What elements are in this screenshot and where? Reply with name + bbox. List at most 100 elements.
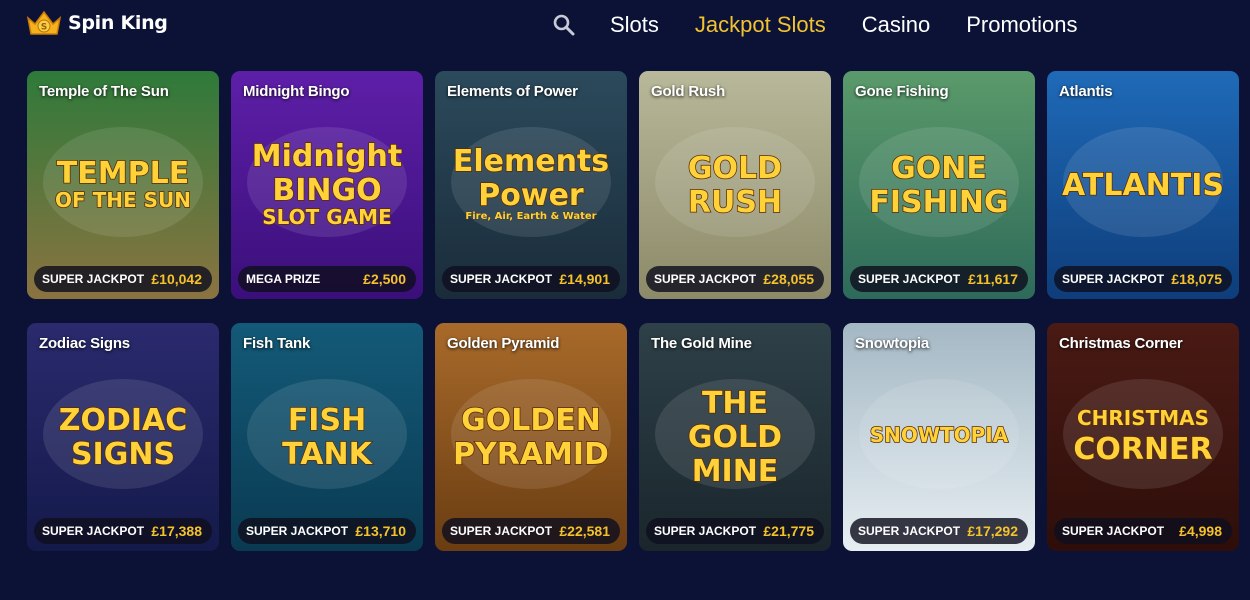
game-artwork: TEMPLEOF THE SUN <box>43 127 203 237</box>
artwork-logo-text: ZODIAC <box>59 403 188 438</box>
brand-name: Spin King <box>68 12 168 34</box>
jackpot-bar: SUPER JACKPOT £10,042 <box>34 266 212 292</box>
jackpot-bar: SUPER JACKPOT £17,292 <box>850 518 1028 544</box>
nav-casino[interactable]: Casino <box>862 12 930 38</box>
jackpot-amount: £2,500 <box>363 271 406 287</box>
artwork-logo-text: GOLD <box>688 420 782 455</box>
jackpot-label: SUPER JACKPOT <box>42 272 145 286</box>
jackpot-bar: SUPER JACKPOT £17,388 <box>34 518 212 544</box>
jackpot-amount: £28,055 <box>763 271 814 287</box>
game-tile[interactable]: FISH TANK Fish Tank SUPER JACKPOT £13,710 <box>231 323 423 551</box>
jackpot-amount: £21,775 <box>763 523 814 539</box>
nav-slots[interactable]: Slots <box>610 12 659 38</box>
game-tile[interactable]: Midnight BINGO SLOT GAME Midnight Bingo MEGA… <box>231 71 423 299</box>
game-title: Zodiac Signs <box>39 335 130 352</box>
artwork-logo-text: CHRISTMAS <box>1077 406 1209 430</box>
jackpot-label: SUPER JACKPOT <box>1062 524 1165 538</box>
jackpot-amount: £10,042 <box>151 271 202 287</box>
jackpot-label: SUPER JACKPOT <box>1062 272 1165 286</box>
game-artwork: SNOWTOPIA <box>859 379 1019 489</box>
jackpot-amount: £13,710 <box>355 523 406 539</box>
game-tile[interactable]: THE GOLD MINE The Gold Mine SUPER JACKPOT £21… <box>639 323 831 551</box>
artwork-logo-text: SNOWTOPIA <box>870 423 1009 447</box>
game-tile[interactable]: TEMPLE OF THE SUN Temple of The Sun SUPER J… <box>27 71 219 299</box>
jackpot-bar: SUPER JACKPOT £28,055 <box>646 266 824 292</box>
jackpot-bar: SUPER JACKPOT £21,775 <box>646 518 824 544</box>
jackpot-amount: £11,617 <box>968 271 1018 287</box>
game-tile[interactable]: ZODIAC SIGNS Zodiac Signs SUPER JACKPOT £17,… <box>27 323 219 551</box>
jackpot-bar: MEGA PRIZE £2,500 <box>238 266 416 292</box>
artwork-logo-text: GOLD <box>688 151 782 186</box>
jackpot-label: SUPER JACKPOT <box>450 272 553 286</box>
artwork-logo-text: GOLDEN <box>461 403 601 438</box>
artwork-logo-text: Fire, Air, Earth & Water <box>465 211 596 222</box>
jackpot-label: SUPER JACKPOT <box>42 524 145 538</box>
game-tile[interactable]: Elements Power Fire, Air, Earth & Water Ele… <box>435 71 627 299</box>
game-title: Temple of The Sun <box>39 83 169 100</box>
jackpot-label: MEGA PRIZE <box>246 272 321 286</box>
artwork-logo-text: OF THE SUN <box>55 188 191 212</box>
artwork-logo-text: MINE <box>692 454 779 489</box>
artwork-logo-text: FISHING <box>869 185 1008 220</box>
jackpot-amount: £4,998 <box>1179 523 1222 539</box>
game-artwork: GOLDENPYRAMID <box>451 379 611 489</box>
game-tile[interactable]: ATLANTIS Atlantis SUPER JACKPOT £18,075 <box>1047 71 1239 299</box>
game-artwork: ATLANTIS <box>1061 127 1225 237</box>
site-header: S Spin King Slots Jackpot Slots Casino P… <box>0 0 1250 60</box>
game-title: Midnight Bingo <box>243 83 350 100</box>
jackpot-amount: £18,075 <box>1171 271 1222 287</box>
game-tile[interactable]: GOLD RUSH Gold Rush SUPER JACKPOT £28,055 <box>639 71 831 299</box>
game-grid: TEMPLE OF THE SUN Temple of The Sun SUPER J… <box>27 71 1239 551</box>
artwork-logo-text: PYRAMID <box>453 437 609 472</box>
jackpot-label: SUPER JACKPOT <box>654 524 757 538</box>
game-title: Christmas Corner <box>1059 335 1183 352</box>
jackpot-bar: SUPER JACKPOT £22,581 <box>442 518 620 544</box>
search-icon[interactable] <box>552 13 576 37</box>
game-artwork: FISHTANK <box>247 379 407 489</box>
game-tile[interactable]: GONE FISHING Gone Fishing SUPER JACKPOT £11,… <box>843 71 1035 299</box>
game-title: Fish Tank <box>243 335 311 352</box>
game-artwork: ZODIACSIGNS <box>43 379 203 489</box>
jackpot-amount: £14,901 <box>559 271 610 287</box>
game-title: Elements of Power <box>447 83 578 100</box>
artwork-logo-text: ATLANTIS <box>1062 168 1224 203</box>
jackpot-bar: SUPER JACKPOT £4,998 <box>1054 518 1232 544</box>
artwork-logo-text: Elements <box>453 144 609 179</box>
svg-text:S: S <box>41 23 47 33</box>
nav-jackpot-slots[interactable]: Jackpot Slots <box>695 12 826 38</box>
jackpot-bar: SUPER JACKPOT £18,075 <box>1054 266 1232 292</box>
artwork-logo-text: SIGNS <box>71 437 175 472</box>
game-tile[interactable]: SNOWTOPIA Snowtopia SUPER JACKPOT £17,292 <box>843 323 1035 551</box>
game-title: Golden Pyramid <box>447 335 560 352</box>
jackpot-label: SUPER JACKPOT <box>246 524 349 538</box>
jackpot-bar: SUPER JACKPOT £14,901 <box>442 266 620 292</box>
game-artwork: ElementsPowerFire, Air, Earth & Water <box>451 127 611 237</box>
game-artwork: GONEFISHING <box>859 127 1019 237</box>
jackpot-label: SUPER JACKPOT <box>858 272 961 286</box>
artwork-logo-text: SLOT GAME <box>262 205 392 229</box>
artwork-logo-text: TANK <box>282 437 373 472</box>
game-title: Snowtopia <box>855 335 930 352</box>
game-artwork: GOLDRUSH <box>655 127 815 237</box>
jackpot-label: SUPER JACKPOT <box>858 524 961 538</box>
artwork-logo-text: GONE <box>891 151 987 186</box>
game-tile[interactable]: GOLDEN PYRAMID Golden Pyramid SUPER JACKPOT… <box>435 323 627 551</box>
game-title: Gone Fishing <box>855 83 949 100</box>
artwork-logo-text: TEMPLE <box>57 156 189 191</box>
jackpot-label: SUPER JACKPOT <box>450 524 553 538</box>
artwork-logo-text: Power <box>478 178 584 213</box>
artwork-logo-text: BINGO <box>272 173 381 208</box>
game-artwork: CHRISTMASCORNER <box>1063 379 1223 489</box>
game-title: Atlantis <box>1059 83 1113 100</box>
main-nav: Slots Jackpot Slots Casino Promotions <box>552 0 1114 50</box>
artwork-logo-text: RUSH <box>688 185 782 220</box>
game-title: Gold Rush <box>651 83 726 100</box>
jackpot-bar: SUPER JACKPOT £13,710 <box>238 518 416 544</box>
crown-icon: S <box>26 10 62 35</box>
artwork-logo-text: THE <box>702 386 768 421</box>
jackpot-amount: £22,581 <box>559 523 610 539</box>
jackpot-amount: £17,388 <box>151 523 202 539</box>
brand-logo[interactable]: S Spin King <box>26 8 168 38</box>
game-tile[interactable]: CHRISTMAS CORNER Christmas Corner SUPER JAC… <box>1047 323 1239 551</box>
nav-promotions[interactable]: Promotions <box>966 12 1077 38</box>
